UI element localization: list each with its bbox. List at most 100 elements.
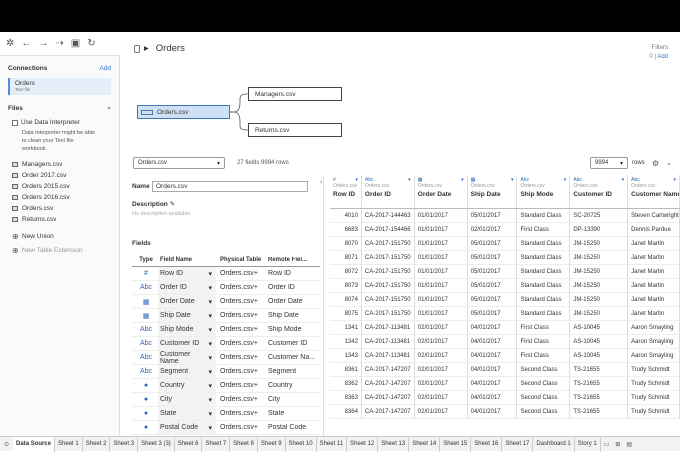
file-item[interactable]: Orders 2016.csv [0,192,119,203]
grid-cell[interactable]: 04/01/2017 [468,334,518,349]
grid-cell[interactable]: CA-2017-154466 [362,222,415,237]
grid-column-header[interactable]: Abc ▾ Orders.csv Order ID [362,175,415,208]
column-menu-chevron-icon[interactable]: ▾ [461,177,464,183]
field-type-icon[interactable]: Abc [132,354,158,361]
field-chevron-icon[interactable]: ▾ [208,382,212,390]
field-row[interactable]: Abc Order ID ▾ Orders.csv+ Order ID [132,281,320,295]
grid-cell[interactable]: CA-2017-147207 [362,376,415,391]
grid-cell[interactable]: CA-2017-151750 [362,306,415,321]
field-row[interactable]: Abc Customer Name ▾ Orders.csv+ Customer Na.… [132,351,320,365]
grid-cell[interactable]: 8361 [330,362,362,377]
grid-cell[interactable]: Trudy Schmidt [628,404,680,419]
grid-cell[interactable]: 01/01/2017 [415,222,468,237]
grid-cell[interactable]: 04/01/2017 [468,320,518,335]
grid-cell[interactable]: AS-10045 [570,320,629,335]
field-row[interactable]: Abc Ship Mode ▾ Orders.csv+ Ship Mode [132,323,320,337]
new-table-extension-item[interactable]: ⊕ New Table Extension [0,245,119,256]
grid-cell[interactable]: Trudy Schmidt [628,376,680,391]
grid-cell[interactable]: CA-2017-113481 [362,348,415,363]
sheet-tab[interactable]: Sheet 2 [83,436,111,452]
grid-cell[interactable]: 8070 [330,236,362,251]
collapse-chevron-icon[interactable]: ‹ [320,179,322,186]
grid-cell[interactable]: Standard Class [517,250,571,265]
save-icon[interactable]: ▣ [71,38,80,49]
grid-cell[interactable]: Second Class [517,362,571,377]
field-chevron-icon[interactable]: ▾ [208,284,212,292]
grid-cell[interactable]: CA-2017-151750 [362,236,415,251]
grid-cell[interactable]: CA-2017-147207 [362,390,415,405]
grid-cell[interactable]: Standard Class [517,264,571,279]
grid-cell[interactable]: Janet Martin [628,250,680,265]
field-row[interactable]: ▦ Ship Date ▾ Orders.csv+ Ship Date [132,309,320,323]
column-menu-chevron-icon[interactable]: ▾ [564,177,567,183]
grid-cell[interactable]: 02/01/2017 [415,320,468,335]
sheet-tab[interactable]: Sheet 6 [175,436,203,452]
field-row[interactable]: ● Country ▾ Orders.csv+ Country [132,379,320,393]
refresh-icon[interactable]: ↻ [87,38,95,49]
edit-pencil-icon[interactable]: ✎ [170,201,175,208]
sheet-tab[interactable]: Sheet 10 [286,436,317,452]
grid-cell[interactable]: 01/01/2017 [415,250,468,265]
new-sheet-icon[interactable]: ▭ [601,441,613,448]
grid-column-header[interactable]: ▦ ▾ Orders.csv Ship Date [468,175,518,208]
grid-cell[interactable]: 05/01/2017 [468,250,518,265]
grid-cell[interactable]: 1342 [330,334,362,349]
field-type-icon[interactable]: Abc [132,340,158,347]
grid-cell[interactable]: Dennis Pardue [628,222,680,237]
grid-cell[interactable]: 1343 [330,348,362,363]
redo-icon[interactable]: ⇢ [55,38,63,49]
new-union-item[interactable]: ⊕ New Union [0,231,119,242]
grid-cell[interactable]: 02/01/2017 [468,222,518,237]
grid-cell[interactable]: 8362 [330,376,362,391]
grid-cell[interactable]: Standard Class [517,236,571,251]
grid-cell[interactable]: First Class [517,334,571,349]
field-type-icon[interactable]: Abc [132,326,158,333]
field-type-icon[interactable]: ▦ [132,298,158,306]
file-item[interactable]: Managers.csv [0,159,119,170]
table-managers-csv[interactable]: Managers.csv [248,87,342,101]
grid-column-header[interactable]: Abc ▾ Orders.csv Ship Mode [517,175,571,208]
sheet-tab[interactable]: Sheet 3 [110,436,139,452]
field-chevron-icon[interactable]: ▾ [208,354,212,362]
field-chevron-icon[interactable]: ▾ [208,312,212,320]
grid-cell[interactable]: TS-21655 [570,404,629,419]
grid-cell[interactable]: 02/01/2017 [415,348,468,363]
grid-cell[interactable]: Standard Class [517,208,571,223]
new-story-icon[interactable]: ▤ [623,441,635,448]
column-menu-chevron-icon[interactable]: ▾ [622,177,625,183]
header-type[interactable]: Type [132,257,158,263]
grid-cell[interactable]: First Class [517,320,571,335]
grid-cell[interactable]: AS-10045 [570,348,629,363]
grid-cell[interactable]: 04/01/2017 [468,376,518,391]
grid-cell[interactable]: 02/01/2017 [415,362,468,377]
grid-cell[interactable]: 8074 [330,292,362,307]
grid-cell[interactable]: Janet Martin [628,278,680,293]
grid-cell[interactable]: 8364 [330,404,362,419]
column-menu-chevron-icon[interactable]: ▾ [511,177,514,183]
interpreter-checkbox[interactable] [12,119,18,126]
field-chevron-icon[interactable]: ▾ [208,326,212,334]
grid-column-header[interactable]: # ▾ Orders.csv Row ID [330,175,362,208]
grid-column-header[interactable]: Abc ▾ Orders.csv Customer Name [628,175,680,208]
grid-cell[interactable]: 05/01/2017 [468,208,518,223]
field-chevron-icon[interactable]: ▾ [208,410,212,418]
field-chevron-icon[interactable]: ▾ [208,298,212,306]
column-menu-chevron-icon[interactable]: ▾ [673,177,676,183]
sheet-tab[interactable]: Sheet 3 (3) [138,436,175,452]
add-connection-link[interactable]: Add [99,65,111,72]
tab-data-source[interactable]: Data Source [13,436,56,452]
grid-cell[interactable]: 01/01/2017 [415,236,468,251]
data-interpreter-row[interactable]: Use Data Interpreter [0,119,119,126]
grid-cell[interactable]: 02/01/2017 [415,376,468,391]
grid-cell[interactable]: Janet Martin [628,292,680,307]
grid-cell[interactable]: 01/01/2017 [415,292,468,307]
grid-cell[interactable]: Trudy Schmidt [628,390,680,405]
file-item[interactable]: Order 2017.csv [0,170,119,181]
grid-cell[interactable]: CA-2017-147207 [362,362,415,377]
grid-cell[interactable]: TS-21655 [570,390,629,405]
grid-cell[interactable]: Second Class [517,404,571,419]
sheet-tab[interactable]: Sheet 14 [409,436,441,452]
file-item[interactable]: Returns.csv [0,214,119,225]
grid-cell[interactable]: CA-2017-151750 [362,264,415,279]
rows-selector[interactable]: 9994 ▾ [590,157,628,169]
